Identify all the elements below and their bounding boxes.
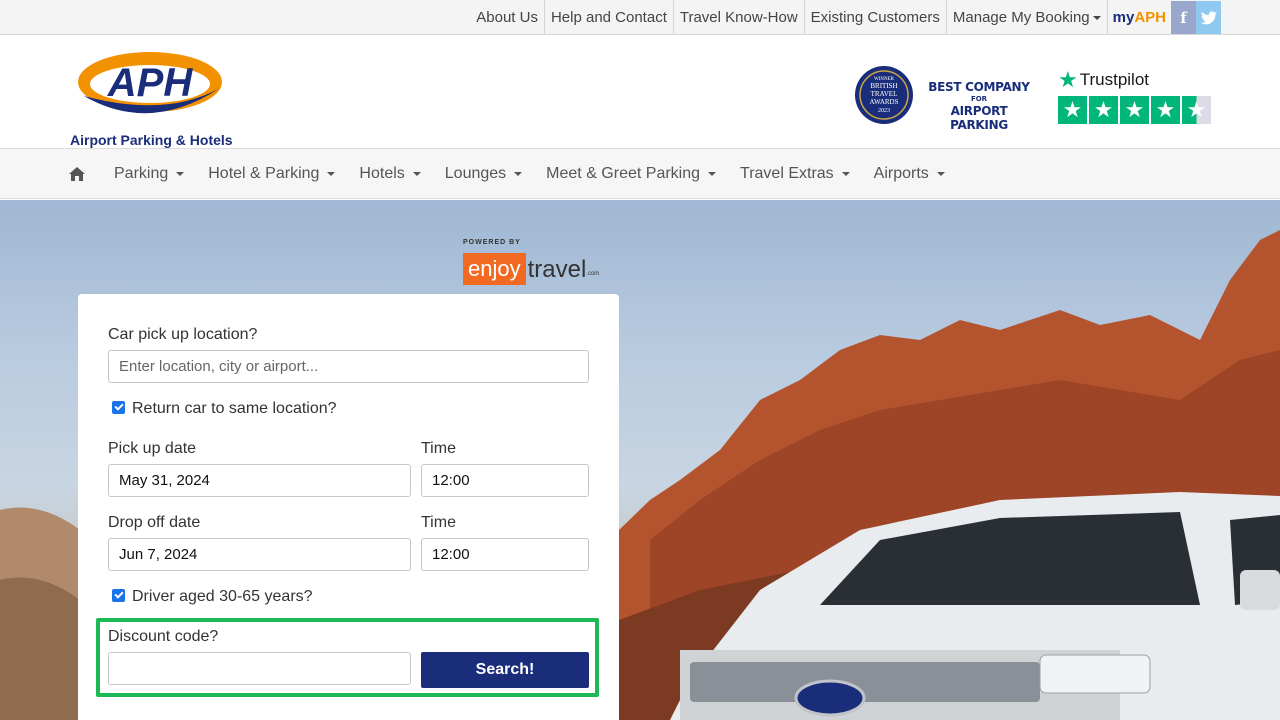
best-company-badge: BEST COMPANY FOR AIRPORT PARKING [928,80,1030,132]
myaph-link[interactable]: myAPH [1108,0,1171,35]
top-link-manage-booking[interactable]: Manage My Booking [947,0,1108,35]
logo-tagline: Airport Parking & Hotels [70,132,233,148]
top-utility-bar: About Us Help and Contact Travel Know-Ho… [0,0,1280,35]
dropoff-time-label: Time [421,514,456,531]
twitter-bird-icon [1200,10,1217,24]
dropoff-date-label: Drop off date [108,514,201,531]
pickup-time-label: Time [421,440,456,457]
caret-down-icon [327,171,336,176]
top-links: About Us Help and Contact Travel Know-Ho… [470,0,1221,35]
best-company-line-3: AIRPORT PARKING [950,104,1008,132]
myaph-prefix: my [1112,9,1135,26]
caret-down-icon [1092,16,1101,21]
rating-star-icon: ★ [1120,96,1149,124]
trustpilot-star-icon: ★ [1058,67,1078,92]
nav-item-meet-greet[interactable]: Meet & Greet Parking [534,149,728,199]
trustpilot-label: Trustpilot [1079,70,1150,89]
nav-item-lounges[interactable]: Lounges [433,149,534,199]
top-link-help-contact[interactable]: Help and Contact [545,0,674,35]
trustpilot-widget[interactable]: ★ Trustpilot ★ ★ ★ ★ ★ [1058,68,1218,128]
award-line-5: 2023 [878,108,890,114]
aph-logo-mark: APH [78,52,222,114]
driver-age-label: Driver aged 30-65 years? [132,588,313,605]
enjoytravel-logo: enjoy travel .com [463,253,599,285]
driver-age-checkbox[interactable] [112,589,125,602]
manage-booking-label: Manage My Booking [952,9,1090,26]
powered-by-label: POWERED BY [463,239,521,246]
caret-down-icon [514,171,523,176]
caret-down-icon [412,171,421,176]
caret-down-icon [176,171,185,176]
trustpilot-rating-stars: ★ ★ ★ ★ ★ [1058,96,1218,124]
nav-item-parking[interactable]: Parking [102,149,196,199]
rating-star-icon: ★ [1089,96,1118,124]
nav-label: Hotels [359,165,405,182]
home-glyph [69,167,85,181]
enjoytravel-logo-part-1: enjoy [463,253,526,285]
home-icon[interactable] [62,149,92,199]
nav-label: Meet & Greet Parking [546,165,701,182]
pickup-date-label: Pick up date [108,440,197,457]
top-link-existing-customers[interactable]: Existing Customers [805,0,947,35]
rating-half-star-icon: ★ [1182,96,1211,124]
best-company-line-2: FOR [970,95,988,103]
search-button[interactable]: Search! [421,652,589,688]
pickup-time-input[interactable] [421,464,589,497]
return-same-location-checkbox[interactable] [112,401,125,414]
site-header: APH Airport Parking & Hotels WINNER BRIT… [0,36,1280,148]
return-same-location-label: Return car to same location? [132,400,337,417]
top-link-travel-know-how[interactable]: Travel Know-How [674,0,805,35]
twitter-icon[interactable] [1196,1,1221,34]
suv-ford-badge [794,679,866,717]
pickup-location-input[interactable] [108,350,589,383]
suv-headlight [1039,654,1151,694]
caret-down-icon [936,171,945,176]
enjoytravel-logo-part-2: travel [527,256,587,283]
logo-text: APH [107,61,194,105]
myaph-suffix: APH [1134,9,1166,26]
british-travel-awards-badge: WINNER BRITISH TRAVEL AWARDS 2023 [855,66,913,124]
nav-label: Travel Extras [740,165,834,182]
discount-code-input[interactable] [108,652,411,685]
aph-logo[interactable]: APH Airport Parking & Hotels [70,44,240,148]
suv-mirror [1240,570,1280,610]
discount-code-label: Discount code? [108,628,219,645]
nav-item-travel-extras[interactable]: Travel Extras [728,149,862,199]
nav-label: Parking [114,165,169,182]
nav-item-hotels[interactable]: Hotels [347,149,432,199]
nav-label: Airports [873,165,929,182]
pickup-date-input[interactable] [108,464,411,497]
best-company-line-1: BEST COMPANY [928,80,1030,94]
award-line-3: TRAVEL [871,90,898,98]
left-foreground-rocks [0,577,80,720]
trustpilot-header: ★ Trustpilot [1058,68,1218,92]
caret-down-icon [841,171,850,176]
nav-item-airports[interactable]: Airports [862,149,957,199]
nav-items: Parking Hotel & Parking Hotels Lounges M… [62,149,957,199]
nav-label: Lounges [444,165,507,182]
nav-item-hotel-parking[interactable]: Hotel & Parking [196,149,347,199]
award-line-4: AWARDS [870,98,899,106]
award-line-2: BRITISH [870,82,897,90]
facebook-icon[interactable]: f [1171,1,1196,34]
caret-down-icon [708,171,717,176]
dropoff-date-input[interactable] [108,538,411,571]
top-link-about-us[interactable]: About Us [470,0,545,35]
rating-star-icon: ★ [1151,96,1180,124]
enjoytravel-logo-part-3: .com [586,271,600,277]
dropoff-time-input[interactable] [421,538,589,571]
pickup-location-label: Car pick up location? [108,326,258,343]
nav-label: Hotel & Parking [208,165,320,182]
rating-star-icon: ★ [1058,96,1087,124]
main-navigation: Parking Hotel & Parking Hotels Lounges M… [0,148,1280,199]
